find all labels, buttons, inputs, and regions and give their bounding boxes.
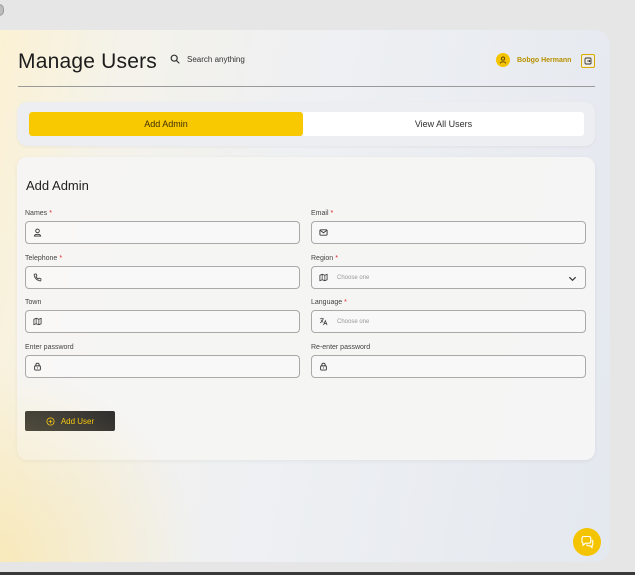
user-name: Bobgo Hermann bbox=[517, 56, 572, 64]
town-input[interactable] bbox=[25, 310, 300, 333]
password-field: Enter password bbox=[25, 343, 300, 378]
logout-icon bbox=[584, 57, 592, 65]
names-label: Names * bbox=[25, 210, 52, 217]
language-placeholder: Choose one bbox=[337, 318, 370, 325]
search-bar[interactable]: Search anything bbox=[170, 54, 245, 64]
add-user-label: Add User bbox=[60, 416, 95, 426]
language-label: Language * bbox=[311, 299, 347, 306]
lock-icon bbox=[34, 362, 41, 371]
plus-circle-icon bbox=[46, 416, 55, 426]
chat-button[interactable] bbox=[573, 528, 601, 556]
telephone-field: Telephone * bbox=[25, 254, 300, 289]
language-select[interactable]: Choose one bbox=[311, 310, 586, 333]
names-input[interactable] bbox=[25, 221, 300, 244]
language-field: Language * Choose one bbox=[311, 298, 586, 333]
form-title: Add Admin bbox=[26, 178, 89, 193]
email-label: Email * bbox=[311, 210, 334, 217]
user-avatar-icon bbox=[499, 56, 507, 64]
password-label: Enter password bbox=[25, 344, 74, 351]
chat-icon bbox=[581, 535, 594, 549]
avatar bbox=[496, 53, 510, 67]
page-header: Manage Users Search anything Bobgo Herma… bbox=[0, 30, 610, 90]
password-input[interactable] bbox=[25, 355, 300, 378]
telephone-label: Telephone * bbox=[25, 255, 63, 262]
window-corner-handle bbox=[0, 4, 4, 16]
translate-icon bbox=[319, 317, 328, 326]
main-panel: Manage Users Search anything Bobgo Herma… bbox=[0, 30, 610, 562]
email-field: Email * bbox=[311, 209, 586, 244]
add-user-button[interactable]: Add User bbox=[25, 411, 115, 431]
header-divider bbox=[18, 86, 595, 87]
town-label: Town bbox=[25, 299, 42, 306]
region-field: Region * Choose one bbox=[311, 254, 586, 289]
repassword-input[interactable] bbox=[311, 355, 586, 378]
names-field: Names * bbox=[25, 209, 300, 244]
tab-list: Add Admin View All Users bbox=[29, 112, 584, 136]
region-select[interactable]: Choose one bbox=[311, 266, 586, 289]
mail-icon bbox=[319, 229, 328, 236]
phone-icon bbox=[33, 273, 42, 282]
repassword-field: Re-enter password bbox=[311, 343, 586, 378]
email-input[interactable] bbox=[311, 221, 586, 244]
user-menu[interactable]: Bobgo Hermann bbox=[496, 53, 571, 67]
region-label: Region * bbox=[311, 255, 338, 262]
map-icon bbox=[33, 317, 42, 326]
tab-add-admin[interactable]: Add Admin bbox=[29, 112, 303, 136]
chevron-down-icon bbox=[568, 276, 577, 282]
lock-icon bbox=[320, 362, 327, 371]
tab-bar: Add Admin View All Users bbox=[17, 102, 595, 146]
town-field: Town bbox=[25, 298, 300, 333]
search-icon bbox=[170, 54, 180, 64]
search-placeholder: Search anything bbox=[187, 54, 245, 64]
tab-view-all-users[interactable]: View All Users bbox=[303, 112, 584, 136]
map-icon bbox=[319, 273, 328, 282]
add-admin-form: Add Admin Names * Email * Telephone * Re… bbox=[17, 157, 595, 460]
telephone-input[interactable] bbox=[25, 266, 300, 289]
user-icon bbox=[33, 228, 42, 237]
page-title: Manage Users bbox=[18, 50, 157, 73]
logout-button[interactable] bbox=[581, 54, 595, 68]
region-placeholder: Choose one bbox=[337, 274, 370, 281]
repassword-label: Re-enter password bbox=[311, 344, 371, 351]
